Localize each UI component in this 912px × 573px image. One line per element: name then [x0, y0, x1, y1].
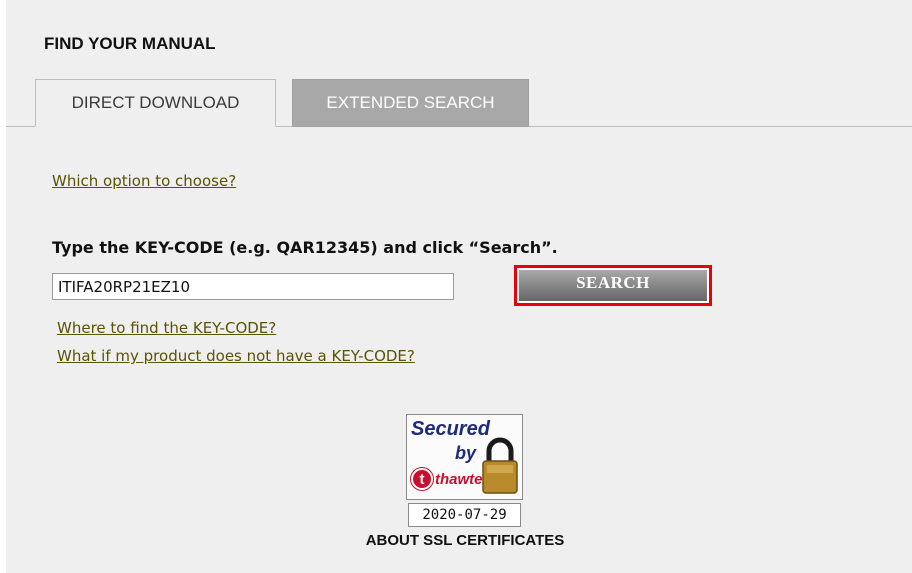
page-title: FIND YOUR MANUAL — [44, 34, 216, 53]
where-keycode-link[interactable]: Where to find the KEY-CODE? — [57, 319, 276, 337]
thawte-ssl-badge[interactable]: Secured by t thawte — [406, 414, 523, 500]
thawte-wordmark: thawte — [435, 470, 483, 488]
about-ssl-caption[interactable]: ABOUT SSL CERTIFICATES — [330, 532, 600, 549]
thawte-mark-icon: t — [411, 468, 433, 490]
badge-secured-text: Secured — [411, 418, 490, 440]
no-keycode-link[interactable]: What if my product does not have a KEY-C… — [57, 347, 415, 365]
keycode-input[interactable] — [52, 273, 454, 300]
thawte-logo: t thawte — [411, 468, 483, 490]
search-button-label: SEARCH — [519, 270, 707, 301]
tab-extended-search[interactable]: EXTENDED SEARCH — [292, 79, 529, 127]
ssl-badge-date: 2020-07-29 — [408, 503, 521, 527]
padlock-icon — [482, 437, 518, 494]
tab-direct-download[interactable]: DIRECT DOWNLOAD — [35, 79, 276, 127]
search-button[interactable]: SEARCH — [514, 265, 712, 306]
badge-by-text: by — [455, 443, 477, 463]
keycode-instruction: Type the KEY-CODE (e.g. QAR12345) and cl… — [52, 238, 558, 257]
which-option-link[interactable]: Which option to choose? — [52, 172, 236, 190]
